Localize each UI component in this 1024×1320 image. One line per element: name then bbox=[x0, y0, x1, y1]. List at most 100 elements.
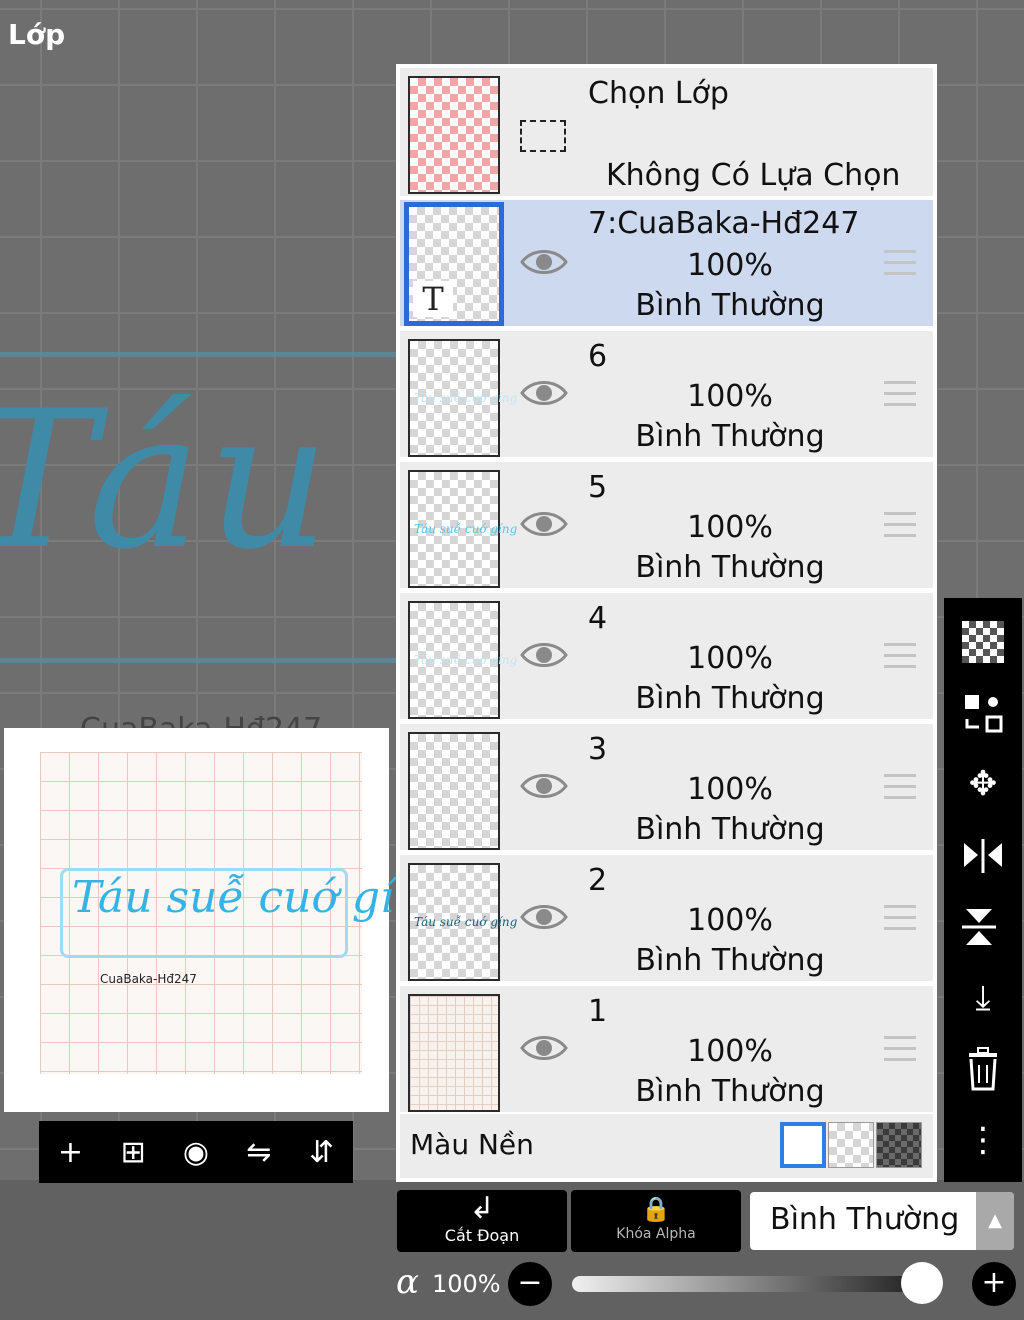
opacity-value: 100% bbox=[432, 1270, 501, 1298]
lock-icon: 🔒 bbox=[641, 1195, 671, 1223]
opacity-control: α 100% − + bbox=[396, 1262, 1024, 1308]
layer-name: 4 bbox=[588, 601, 608, 636]
layer-opacity: 100% bbox=[687, 1034, 773, 1069]
layer-blend-mode: Bình Thường bbox=[635, 943, 825, 978]
layer-thumbnail: Táu suễ cuớ gíng bbox=[408, 470, 517, 588]
layer-row[interactable]: 1 100% Bình Thường bbox=[400, 986, 933, 1112]
eye-icon[interactable] bbox=[520, 508, 568, 540]
layer-row[interactable]: Táu suễ cuớ gíng 4 100% Bình Thường bbox=[400, 593, 933, 719]
drag-handle-icon[interactable] bbox=[884, 905, 916, 931]
opacity-increase-button[interactable]: + bbox=[972, 1262, 1016, 1306]
canvas-guide-line bbox=[0, 658, 400, 663]
opacity-decrease-button[interactable]: − bbox=[508, 1262, 552, 1306]
selection-layer-row[interactable]: Chọn Lớp Không Có Lựa Chọn bbox=[400, 68, 933, 196]
layer-thumbnail: T bbox=[404, 202, 504, 326]
layer-thumbnail: Táu suễ cuớ gíng bbox=[408, 863, 517, 981]
move-icon[interactable]: ✥ bbox=[953, 755, 1013, 814]
canvas-guide-line bbox=[0, 352, 400, 357]
drag-handle-icon[interactable] bbox=[884, 512, 916, 538]
layer-opacity: 100% bbox=[687, 248, 773, 283]
eye-icon[interactable] bbox=[520, 1032, 568, 1064]
background-color-row: Màu Nền bbox=[400, 1114, 933, 1178]
chevron-up-icon: ▲ bbox=[976, 1192, 1014, 1250]
eye-icon[interactable] bbox=[520, 901, 568, 933]
flip-vertical-icon[interactable]: ⇵ bbox=[300, 1135, 344, 1170]
canvas-preview[interactable]: Táu suễ cuớ gíng CuaBaka-Hđ247 bbox=[4, 728, 451, 1112]
alpha-lock-label: Khóa Alpha bbox=[616, 1226, 696, 1242]
transparency-icon[interactable] bbox=[953, 612, 1013, 671]
flip-horizontal-icon[interactable] bbox=[953, 826, 1013, 885]
eye-icon[interactable] bbox=[520, 770, 568, 802]
layer-thumbnail bbox=[408, 994, 500, 1112]
layer-panel: Chọn Lớp Không Có Lựa Chọn T 7:CuaBaka-H… bbox=[396, 64, 937, 1182]
layer-row[interactable]: T 7:CuaBaka-Hđ247 100% Bình Thường bbox=[400, 200, 933, 326]
preview-paper: Táu suễ cuớ gíng CuaBaka-Hđ247 bbox=[40, 752, 451, 1074]
layer-thumbnail: Táu suễ cuớ gíng bbox=[408, 601, 517, 719]
thumbnail-artwork: Táu suễ cuớ gíng bbox=[414, 653, 518, 667]
selection-subtitle: Không Có Lựa Chọn bbox=[606, 158, 901, 193]
thumbnail-artwork: Táu suễ cuớ gíng bbox=[414, 915, 518, 929]
drag-handle-icon[interactable] bbox=[884, 381, 916, 407]
layer-blend-mode: Bình Thường bbox=[635, 550, 825, 585]
layer-tool-column: ✥ ⤓ ⋮ bbox=[944, 598, 1022, 1182]
layer-blend-mode: Bình Thường bbox=[635, 1074, 825, 1109]
eye-icon[interactable] bbox=[520, 639, 568, 671]
layer-opacity: 100% bbox=[687, 641, 773, 676]
opacity-slider-knob[interactable] bbox=[901, 1262, 943, 1304]
canvas-script-text: Táu suễ bbox=[0, 370, 400, 591]
blend-mode-value: Bình Thường bbox=[770, 1202, 960, 1237]
layer-blend-mode: Bình Thường bbox=[635, 812, 825, 847]
preview-credit: CuaBaka-Hđ247 bbox=[100, 972, 197, 986]
background-white-swatch[interactable] bbox=[780, 1122, 826, 1168]
background-dark-swatch[interactable] bbox=[876, 1122, 922, 1168]
layer-name: 7:CuaBaka-Hđ247 bbox=[588, 206, 860, 241]
layer-blend-mode: Bình Thường bbox=[635, 288, 825, 323]
alpha-lock-button[interactable]: 🔒 Khóa Alpha bbox=[571, 1190, 741, 1252]
layer-row[interactable]: Táu suễ cuớ gíng 6 100% Bình Thường bbox=[400, 331, 933, 457]
flip-horizontal-icon[interactable]: ⇋ bbox=[237, 1135, 281, 1170]
swap-layer-icon[interactable] bbox=[953, 683, 1013, 742]
background-transparent-swatch[interactable] bbox=[828, 1122, 874, 1168]
merge-down-icon[interactable]: ⤓ bbox=[953, 968, 1013, 1027]
marquee-icon bbox=[520, 120, 566, 152]
eye-icon[interactable] bbox=[520, 246, 568, 278]
camera-icon[interactable]: ◉ bbox=[174, 1135, 218, 1170]
drag-handle-icon[interactable] bbox=[884, 1036, 916, 1062]
eye-icon[interactable] bbox=[520, 377, 568, 409]
clip-icon: ↲ bbox=[469, 1191, 495, 1226]
layer-name: 3 bbox=[588, 732, 608, 767]
layer-name: 5 bbox=[588, 470, 608, 505]
layer-opacity: 100% bbox=[687, 379, 773, 414]
layer-thumbnail bbox=[408, 732, 500, 850]
clip-label: Cắt Đoạn bbox=[444, 1226, 520, 1245]
layer-opacity: 100% bbox=[687, 510, 773, 545]
add-layer-icon[interactable]: ⊞ bbox=[111, 1135, 155, 1170]
selection-thumbnail bbox=[408, 76, 500, 194]
layer-row[interactable]: Táu suễ cuớ gíng 2 100% Bình Thường bbox=[400, 855, 933, 981]
thumbnail-artwork: Táu suễ cuớ gíng bbox=[414, 522, 518, 536]
more-icon[interactable]: ⋮ bbox=[953, 1111, 1013, 1170]
text-layer-icon: T bbox=[413, 281, 453, 317]
layer-blend-mode: Bình Thường bbox=[635, 681, 825, 716]
layer-opacity: 100% bbox=[687, 772, 773, 807]
clip-button[interactable]: ↲ Cắt Đoạn bbox=[397, 1190, 567, 1252]
blend-mode-select[interactable]: Bình Thường ▲ bbox=[750, 1192, 1014, 1250]
drag-handle-icon[interactable] bbox=[884, 643, 916, 669]
background-color-label: Màu Nền bbox=[410, 1128, 534, 1161]
flip-vertical-icon[interactable] bbox=[953, 897, 1013, 956]
drag-handle-icon[interactable] bbox=[884, 250, 916, 276]
layer-row[interactable]: 3 100% Bình Thường bbox=[400, 724, 933, 850]
layer-blend-mode: Bình Thường bbox=[635, 419, 825, 454]
opacity-slider[interactable] bbox=[572, 1276, 932, 1292]
layer-name: 1 bbox=[588, 994, 608, 1029]
layer-name: 6 bbox=[588, 339, 608, 374]
layer-opacity: 100% bbox=[687, 903, 773, 938]
layer-name: 2 bbox=[588, 863, 608, 898]
panel-title: Lớp bbox=[8, 18, 66, 51]
trash-icon[interactable] bbox=[953, 1040, 1013, 1099]
drag-handle-icon[interactable] bbox=[884, 774, 916, 800]
selection-title: Chọn Lớp bbox=[588, 76, 729, 111]
add-icon[interactable]: + bbox=[48, 1135, 92, 1170]
preview-toolbar: + ⊞ ◉ ⇋ ⇵ bbox=[39, 1121, 353, 1183]
layer-row[interactable]: Táu suễ cuớ gíng 5 100% Bình Thường bbox=[400, 462, 933, 588]
